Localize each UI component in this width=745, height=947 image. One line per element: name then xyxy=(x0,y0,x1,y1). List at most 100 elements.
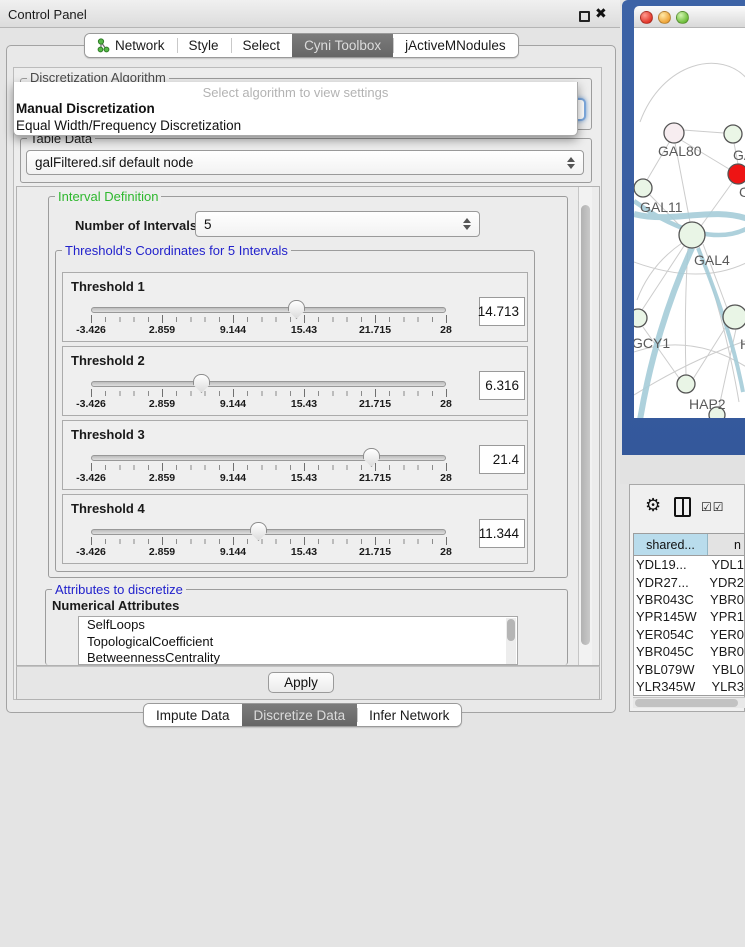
dropdown-option-manual-discretization[interactable]: Manual Discretization xyxy=(16,101,155,116)
table-row[interactable]: YDR27...YDR2 xyxy=(634,573,744,590)
table-header-row: shared... n xyxy=(634,534,744,556)
tick-label: 2.859 xyxy=(132,472,192,484)
tab-jactivemnodules[interactable]: jActiveMNodules xyxy=(393,34,518,57)
tab-infer-network[interactable]: Infer Network xyxy=(357,704,461,726)
tab-style[interactable]: Style xyxy=(177,34,231,57)
tick-label: 15.43 xyxy=(274,546,334,558)
tab-select[interactable]: Select xyxy=(231,34,293,57)
tick-label: 9.144 xyxy=(203,472,263,484)
threshold-4-panel: Threshold 4 -3.426 2.859 9.144 15.43 21.… xyxy=(62,494,528,564)
dropdown-option-equal-width-frequency[interactable]: Equal Width/Frequency Discretization xyxy=(16,118,241,133)
tick-label: 21.715 xyxy=(345,472,405,484)
tick-label: 28 xyxy=(416,398,476,410)
attributes-group-label: Attributes to discretize xyxy=(52,582,186,597)
table-row[interactable]: YBR043CYBR0 xyxy=(634,591,744,608)
network-canvas[interactable]: GAL80 GA C GAL11 GAL4 GCY1 H HAP2 xyxy=(634,28,745,418)
node-right-mid[interactable] xyxy=(723,305,745,329)
interval-definition-label: Interval Definition xyxy=(55,189,161,204)
tab-impute-data[interactable]: Impute Data xyxy=(144,704,242,726)
table-horizontal-scrollbar[interactable] xyxy=(633,697,745,708)
table-row[interactable]: YDL19...YDL1 xyxy=(634,556,744,573)
zoom-traffic-light-icon[interactable] xyxy=(676,11,689,24)
control-panel-titlebar: Control Panel ✖ xyxy=(0,0,620,28)
tick-label: 21.715 xyxy=(345,546,405,558)
tick-label: -3.426 xyxy=(61,324,121,336)
threshold-1-value-field[interactable]: 14.713 xyxy=(479,297,525,326)
combobox-stepper-icon xyxy=(463,218,471,230)
scrollbar-thumb[interactable] xyxy=(507,619,515,641)
node-label-gal80: GAL80 xyxy=(658,143,702,159)
table-row[interactable]: YIL052CYIL0 xyxy=(634,695,744,696)
tab-network-label: Network xyxy=(115,38,165,53)
node-gcy1[interactable] xyxy=(634,309,647,327)
column-header-shared-name[interactable]: shared... xyxy=(634,534,708,555)
minimize-traffic-light-icon[interactable] xyxy=(658,11,671,24)
table-data-combobox[interactable]: galFiltered.sif default node xyxy=(26,150,584,175)
threshold-3-slider-track[interactable] xyxy=(91,455,446,461)
node-gal80[interactable] xyxy=(664,123,684,143)
tick-label: 21.715 xyxy=(345,324,405,336)
table-row[interactable]: YPR145WYPR1 xyxy=(634,608,744,625)
column-header-name[interactable]: n xyxy=(708,534,744,555)
algorithm-dropdown-popup: Select algorithm to view settings Manual… xyxy=(13,82,578,136)
tick-label: 21.715 xyxy=(345,398,405,410)
table-row[interactable]: YER054CYER0 xyxy=(634,626,744,643)
columns-icon[interactable] xyxy=(674,497,691,517)
node-attribute-table[interactable]: shared... n YDL19...YDL1 YDR27...YDR2 YB… xyxy=(633,533,745,696)
network-window-titlebar[interactable] xyxy=(634,6,745,28)
tick-label: 28 xyxy=(416,324,476,336)
close-icon[interactable]: ✖ xyxy=(595,5,607,22)
node-highlighted-red[interactable] xyxy=(728,164,745,184)
table-data-combobox-value: galFiltered.sif default node xyxy=(35,155,193,170)
node-label-c-partial: C xyxy=(739,184,745,200)
slider-ticks xyxy=(91,391,447,396)
slider-ticks xyxy=(91,539,447,544)
list-item[interactable]: TopologicalCoefficient xyxy=(79,634,517,651)
float-window-icon[interactable] xyxy=(579,11,590,22)
scrollbar-thumb[interactable] xyxy=(581,205,590,645)
node-label-ga-partial: GA xyxy=(733,147,745,163)
list-vertical-scrollbar[interactable] xyxy=(506,618,516,665)
bottom-tab-bar: Impute Data Discretize Data Infer Networ… xyxy=(143,703,462,727)
list-item[interactable]: BetweennessCentrality xyxy=(79,650,517,665)
tick-label: 9.144 xyxy=(203,324,263,336)
node-hap2[interactable] xyxy=(677,375,695,393)
select-columns-checkboxes-icon[interactable]: ☑☑ xyxy=(701,500,725,514)
threshold-2-slider-track[interactable] xyxy=(91,381,446,387)
close-traffic-light-icon[interactable] xyxy=(640,11,653,24)
threshold-3-value-field[interactable]: 21.4 xyxy=(479,445,525,474)
tab-discretize-data[interactable]: Discretize Data xyxy=(242,704,358,726)
number-of-intervals-combobox[interactable]: 5 xyxy=(195,211,480,237)
node-label-h-partial: H xyxy=(740,336,745,352)
threshold-4-slider-track[interactable] xyxy=(91,529,446,535)
number-of-intervals-value: 5 xyxy=(204,217,212,232)
tick-label: 2.859 xyxy=(132,398,192,410)
node-top-right[interactable] xyxy=(724,125,742,143)
tab-cyni-toolbox[interactable]: Cyni Toolbox xyxy=(292,34,393,57)
table-row[interactable]: YBL079WYBL0 xyxy=(634,660,744,677)
network-icon xyxy=(97,38,110,53)
threshold-1-slider-track[interactable] xyxy=(91,307,446,313)
list-item[interactable]: SelfLoops xyxy=(79,617,517,634)
thresholds-group-label: Threshold's Coordinates for 5 Intervals xyxy=(62,243,291,258)
threshold-2-label: Threshold 2 xyxy=(71,353,145,368)
apply-button[interactable]: Apply xyxy=(268,672,334,693)
settings-vertical-scrollbar[interactable] xyxy=(578,187,592,665)
gear-icon[interactable]: ⚙ xyxy=(645,496,661,514)
numerical-attributes-list[interactable]: SelfLoops TopologicalCoefficient Between… xyxy=(78,616,518,665)
table-row[interactable]: YLR345WYLR3 xyxy=(634,678,744,695)
threshold-2-value-field[interactable]: 6.316 xyxy=(479,371,525,400)
table-row[interactable]: YBR045CYBR0 xyxy=(634,643,744,660)
threshold-4-value-field[interactable]: 11.344 xyxy=(479,519,525,548)
tick-label: 15.43 xyxy=(274,472,334,484)
tick-label: 15.43 xyxy=(274,324,334,336)
node-gal4[interactable] xyxy=(679,222,705,248)
node-gal11[interactable] xyxy=(634,179,652,197)
tab-network[interactable]: Network xyxy=(85,34,177,57)
node-label-gcy1: GCY1 xyxy=(634,335,670,351)
node-label-hap2: HAP2 xyxy=(689,396,726,412)
threshold-3-panel: Threshold 3 -3.426 2.859 9.144 15.43 21.… xyxy=(62,420,528,490)
table-panel-titlestrip: Table Panel xyxy=(620,455,745,484)
threshold-1-panel: Threshold 1 -3.426 2.859 9.144 15.43 21.… xyxy=(62,272,528,342)
scrollbar-thumb[interactable] xyxy=(635,699,738,707)
